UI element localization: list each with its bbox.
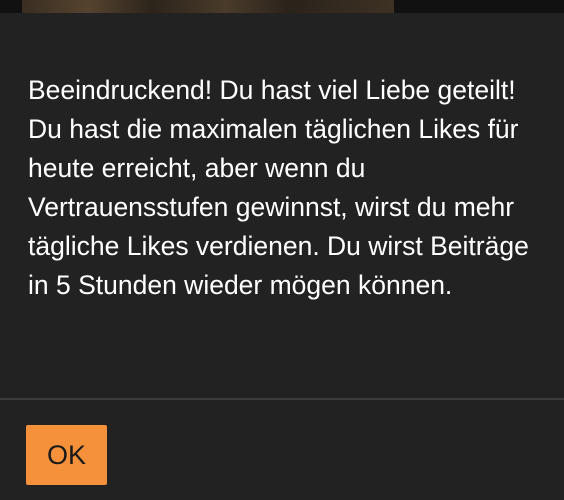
background-image-fragment xyxy=(22,0,394,13)
dialog-divider xyxy=(0,398,564,400)
dialog-message: Beeindruckend! Du hast viel Liebe geteil… xyxy=(28,75,529,300)
background-content-strip xyxy=(0,0,564,13)
ok-button[interactable]: OK xyxy=(26,425,107,485)
rate-limit-dialog: Beeindruckend! Du hast viel Liebe geteil… xyxy=(0,13,564,500)
